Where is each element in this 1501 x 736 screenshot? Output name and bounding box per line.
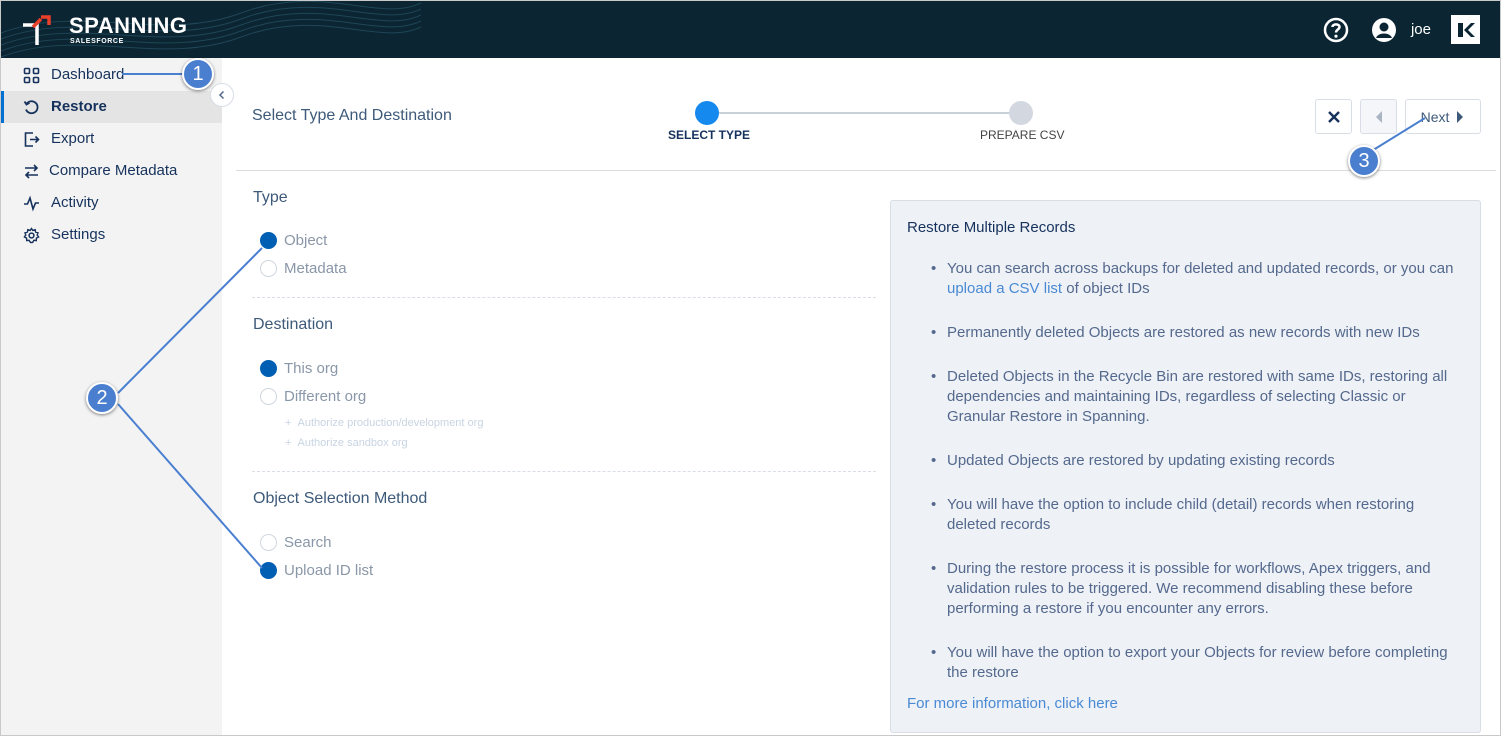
radio-indicator [260, 534, 277, 551]
info-panel: Restore Multiple Records You can search … [890, 200, 1481, 733]
sidebar-item-label: Settings [51, 226, 106, 243]
sidebar-item-settings[interactable]: Settings [1, 219, 222, 251]
info-bullet: You will have the option to export your … [931, 643, 1462, 683]
sidebar-item-export[interactable]: Export [1, 123, 222, 155]
authorize-production-label: Authorize production/development org [297, 417, 484, 429]
triangle-left-icon [1375, 110, 1382, 123]
gear-icon [23, 227, 40, 244]
upload-csv-link[interactable]: upload a CSV list [947, 280, 1062, 297]
authorize-sandbox-link[interactable]: + Authorize sandbox org [285, 437, 408, 449]
section-divider [252, 471, 876, 472]
info-bullet-list: You can search across backups for delete… [931, 259, 1462, 707]
previous-button[interactable] [1360, 99, 1397, 134]
kaseya-icon [1457, 22, 1475, 37]
spanning-logo[interactable]: SPANNING SALESFORCE [19, 13, 188, 47]
sidebar-item-compare-metadata[interactable]: Compare Metadata [1, 155, 222, 187]
radio-indicator [260, 360, 277, 377]
step-select-type-label: SELECT TYPE [668, 128, 751, 142]
activity-icon [24, 195, 39, 212]
spanning-logo-icon [23, 15, 51, 45]
method-search-radio[interactable]: Search [260, 534, 332, 551]
radio-indicator [260, 388, 277, 405]
callout-badge-1: 1 [182, 58, 214, 90]
callout-badge-2: 2 [86, 382, 118, 414]
step-select-type-marker [695, 101, 719, 125]
grid-icon [23, 67, 40, 84]
info-bullet: During the restore process it is possibl… [931, 559, 1462, 619]
compare-icon [24, 164, 39, 179]
authorize-sandbox-label: Authorize sandbox org [297, 437, 408, 449]
page-title: Select Type And Destination [252, 107, 452, 124]
info-bullet: Updated Objects are restored by updating… [931, 451, 1462, 471]
collapse-sidebar-button[interactable] [210, 83, 234, 107]
step-prepare-csv-marker [1009, 101, 1033, 125]
type-metadata-radio[interactable]: Metadata [260, 260, 347, 277]
radio-label: Object [284, 232, 328, 249]
info-bullet: Deleted Objects in the Recycle Bin are r… [931, 367, 1462, 427]
radio-indicator [260, 260, 277, 277]
sidebar-item-restore[interactable]: Restore [1, 91, 222, 123]
radio-indicator [260, 232, 277, 249]
info-panel-title: Restore Multiple Records [907, 219, 1076, 236]
info-bullet: You will have the option to include chil… [931, 495, 1462, 535]
step-prepare-csv-label: PREPARE CSV [980, 128, 1065, 142]
radio-label: Search [284, 534, 332, 551]
stepper-track [707, 112, 1021, 114]
radio-label: Upload ID list [284, 562, 374, 579]
radio-label: Different org [284, 388, 367, 405]
sidebar-item-label: Dashboard [51, 66, 125, 83]
radio-label: Metadata [284, 260, 347, 277]
brand-button[interactable] [1451, 15, 1480, 44]
logo-subtitle: SALESFORCE [70, 38, 124, 45]
sidebar-item-label: Activity [51, 194, 99, 211]
user-circle-icon[interactable] [1371, 17, 1397, 43]
sidebar-item-label: Export [51, 130, 95, 147]
export-icon [24, 132, 40, 147]
radio-label: This org [284, 360, 339, 377]
info-bullet: Permanently deleted Objects are restored… [931, 323, 1462, 343]
help-circle-icon[interactable] [1323, 17, 1349, 43]
destination-this-org-radio[interactable]: This org [260, 360, 338, 377]
type-section-title: Type [253, 189, 288, 206]
header-divider [236, 170, 1496, 171]
user-name[interactable]: joe [1411, 21, 1431, 38]
close-button[interactable] [1315, 99, 1352, 134]
radio-indicator [260, 562, 277, 579]
triangle-right-icon [1457, 110, 1464, 123]
callout-badge-3: 3 [1348, 145, 1380, 177]
next-button-label: Next [1420, 108, 1450, 125]
next-button[interactable]: Next [1405, 99, 1481, 134]
restore-icon [23, 100, 39, 115]
chevron-left-icon [218, 90, 225, 100]
destination-different-org-radio[interactable]: Different org [260, 388, 366, 405]
sidebar-item-label: Compare Metadata [49, 162, 178, 179]
close-icon [1327, 110, 1340, 123]
destination-section-title: Destination [253, 316, 334, 333]
info-bullet: You can search across backups for delete… [931, 259, 1462, 299]
type-object-radio[interactable]: Object [260, 232, 327, 249]
method-section-title: Object Selection Method [253, 490, 428, 507]
logo-title: SPANNING [69, 13, 188, 38]
more-info-link[interactable]: For more information, click here [907, 695, 1118, 712]
section-divider [252, 297, 876, 298]
sidebar-item-activity[interactable]: Activity [1, 187, 222, 219]
sidebar-item-label: Restore [51, 98, 107, 115]
top-header: SPANNING SALESFORCE joe [1, 1, 1500, 58]
authorize-production-link[interactable]: + Authorize production/development org [285, 417, 483, 429]
method-upload-id-list-radio[interactable]: Upload ID list [260, 562, 373, 579]
